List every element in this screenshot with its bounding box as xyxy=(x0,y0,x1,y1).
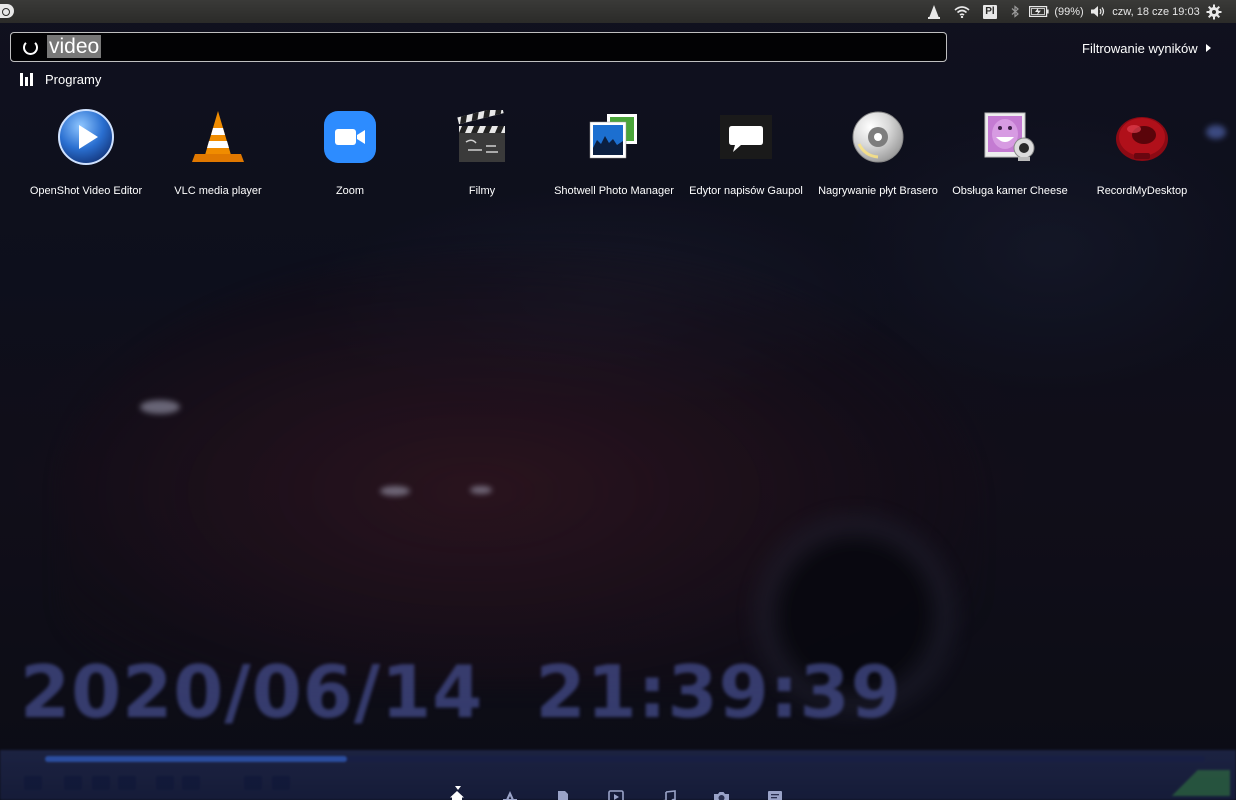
chevron-right-icon xyxy=(1205,44,1211,52)
app-label: Edytor napisów Gaupol xyxy=(689,185,803,197)
active-lens-indicator xyxy=(455,786,461,790)
app-filmy[interactable]: Filmy xyxy=(416,103,548,203)
app-label: Obsługa kamer Cheese xyxy=(952,185,1068,197)
music-lens-icon[interactable] xyxy=(642,771,695,800)
vlc-tray-icon[interactable] xyxy=(920,0,948,23)
files-lens-icon[interactable] xyxy=(536,771,589,800)
filter-results-label: Filtrowanie wyników xyxy=(1082,40,1198,56)
app-label: Nagrywanie płyt Brasero xyxy=(818,185,938,197)
ubuntu-dash-icon[interactable] xyxy=(0,4,14,18)
app-gaupol[interactable]: Edytor napisów Gaupol xyxy=(680,103,812,203)
cd-disc-icon xyxy=(848,107,908,167)
unity-dash: video Filtrowanie wyników Programy OpenS… xyxy=(0,23,1236,800)
shotwell-icon xyxy=(584,107,644,167)
app-zoom[interactable]: Zoom xyxy=(284,103,416,203)
cheese-webcam-icon xyxy=(980,107,1040,167)
openshot-icon xyxy=(56,107,116,167)
keyboard-layout-indicator[interactable]: Pl xyxy=(976,0,1004,23)
app-cheese[interactable]: Obsługa kamer Cheese xyxy=(944,103,1076,203)
applications-category-icon xyxy=(20,72,33,86)
app-shotwell[interactable]: Shotwell Photo Manager xyxy=(548,103,680,203)
volume-icon[interactable] xyxy=(1086,0,1110,23)
vlc-icon xyxy=(188,107,248,167)
category-header-programs[interactable]: Programy xyxy=(20,71,101,87)
lens-bar xyxy=(430,771,820,800)
social-lens-icon[interactable] xyxy=(748,771,801,800)
app-recordmydesktop[interactable]: RecordMyDesktop xyxy=(1076,103,1208,203)
app-label: Filmy xyxy=(468,185,496,197)
settings-gear-icon[interactable] xyxy=(1202,0,1226,23)
panel-clock[interactable]: czw, 18 cze 19:03 xyxy=(1110,0,1202,23)
app-label: OpenShot Video Editor xyxy=(29,185,143,197)
keyboard-layout-label: Pl xyxy=(983,4,997,19)
category-label: Programy xyxy=(45,71,102,87)
battery-percentage: (99%) xyxy=(1054,5,1084,18)
speech-bubble-icon xyxy=(716,107,776,167)
battery-icon[interactable] xyxy=(1026,0,1052,23)
app-label: Shotwell Photo Manager xyxy=(554,185,674,197)
app-vlc[interactable]: VLC media player xyxy=(152,103,284,203)
search-input[interactable]: video xyxy=(47,35,102,59)
app-label: VLC media player xyxy=(174,185,262,197)
record-icon xyxy=(1112,107,1172,167)
wifi-icon[interactable] xyxy=(948,0,976,23)
app-label: RecordMyDesktop xyxy=(1096,185,1188,197)
app-results-row: OpenShot Video Editor VLC media player Z… xyxy=(20,103,1208,203)
filter-results-button[interactable]: Filtrowanie wyników xyxy=(1082,39,1211,57)
clapperboard-icon xyxy=(452,107,512,167)
app-label: Zoom xyxy=(335,185,365,197)
video-lens-icon[interactable] xyxy=(589,771,642,800)
applications-lens-icon[interactable] xyxy=(483,771,536,800)
indicator-area: Pl (99%) czw, 18 cze 19:03 xyxy=(920,0,1226,23)
app-openshot[interactable]: OpenShot Video Editor xyxy=(20,103,152,203)
search-query-text: video xyxy=(47,35,102,58)
app-brasero[interactable]: Nagrywanie płyt Brasero xyxy=(812,103,944,203)
photo-lens-icon[interactable] xyxy=(695,771,748,800)
bluetooth-icon[interactable] xyxy=(1004,0,1026,23)
zoom-icon xyxy=(320,107,380,167)
top-panel: Pl (99%) czw, 18 cze 19:03 xyxy=(0,0,1236,23)
search-spinner-icon xyxy=(23,40,38,55)
dash-search-box[interactable]: video xyxy=(10,32,947,62)
